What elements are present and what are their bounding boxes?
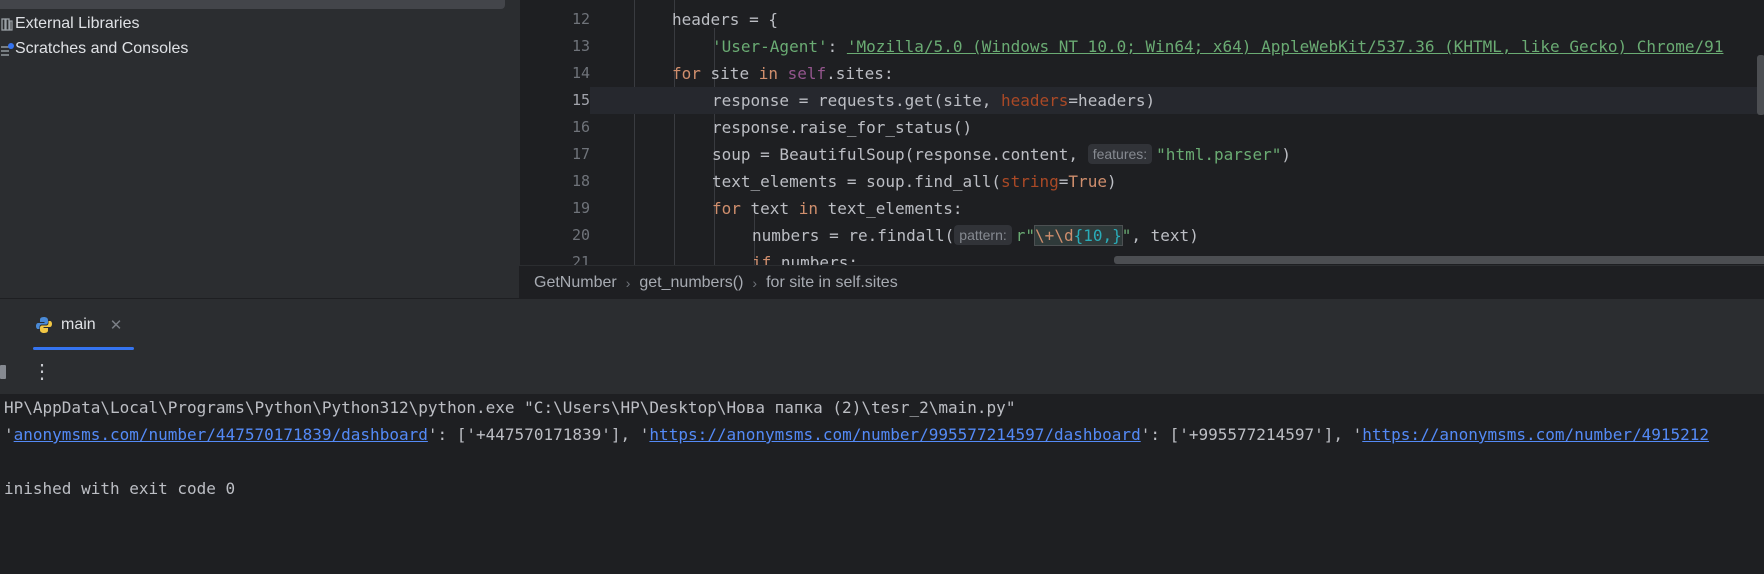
line-number: 20 — [571, 226, 590, 244]
python-icon — [35, 316, 53, 334]
console-link[interactable]: https://anonymsms.com/number/99557721459… — [649, 425, 1140, 444]
console-link[interactable]: https://anonymsms.com/number/4915212 — [1362, 425, 1709, 444]
string-literal: 'User-Agent' — [712, 37, 828, 56]
parameter-hint: features: — [1087, 144, 1153, 164]
horizontal-scrollbar[interactable] — [1114, 256, 1764, 264]
named-param: string — [1000, 172, 1059, 191]
console-exit-line: inished with exit code 0 — [4, 479, 236, 498]
code-line-20[interactable]: numbers = re.findall(pattern: r"\+\d{10,}… — [590, 222, 1764, 249]
code-line-12[interactable]: headers = { — [590, 6, 1764, 33]
run-toolbar: ⋮ — [0, 350, 1764, 395]
code-line-14[interactable]: for site in self.sites: — [590, 60, 1764, 87]
console-text: ': ['+447570171839'], ' — [427, 425, 650, 444]
code-line-16[interactable]: response.raise_for_status() — [590, 114, 1764, 141]
line-number: 14 — [571, 64, 590, 82]
project-tree-panel: External Libraries Scratches and Console… — [0, 0, 519, 298]
chevron-right-icon: › — [752, 274, 758, 291]
regex-quantifier: {10,} — [1073, 226, 1122, 245]
line-number: 17 — [571, 145, 590, 163]
code-area[interactable]: headers = { 'User-Agent': 'Mozilla/5.0 (… — [590, 0, 1764, 265]
line-number: 19 — [571, 199, 590, 217]
tree-item-label: External Libraries — [15, 15, 140, 32]
parameter-hint: pattern: — [954, 225, 1012, 245]
code-line-17[interactable]: soup = BeautifulSoup(response.content, f… — [590, 141, 1764, 168]
console-link[interactable]: anonymsms.com/number/447570171839/dashbo… — [14, 425, 428, 444]
stop-icon[interactable] — [0, 365, 6, 379]
line-number: 18 — [571, 172, 590, 190]
close-icon[interactable]: ✕ — [110, 316, 123, 334]
string-literal: " — [1121, 226, 1132, 245]
breadcrumb-item-loop[interactable]: for site in self.sites — [766, 274, 898, 292]
string-literal: 'Mozilla/5.0 (Windows NT 10.0; Win64; x6… — [846, 37, 1724, 56]
code-text: = — [1058, 172, 1069, 191]
code-text: response.raise_for_status() — [712, 118, 973, 137]
keyword: for — [712, 199, 741, 218]
line-number-gutter: 12 13 14 15 16 17 18 19 20 21 — [520, 0, 590, 265]
keyword: True — [1068, 172, 1107, 191]
console-text: ': ['+995577214597'], ' — [1140, 425, 1363, 444]
keyword: for — [672, 64, 701, 83]
code-text: : — [827, 37, 847, 56]
line-number: 13 — [571, 37, 590, 55]
line-number: 21 — [571, 253, 590, 265]
named-param: headers — [1000, 91, 1069, 110]
run-panel-header: main ✕ — [0, 298, 1764, 351]
code-line-18[interactable]: text_elements = soup.find_all(string=Tru… — [590, 168, 1764, 195]
code-text: ) — [1106, 172, 1117, 191]
code-text: soup = BeautifulSoup(response.content, — [712, 145, 1088, 164]
code-editor[interactable]: 12 13 14 15 16 17 18 19 20 21 headers = … — [519, 0, 1764, 265]
console-command-line: HP\AppData\Local\Programs\Python\Python3… — [4, 398, 1016, 417]
tree-item-scratches-and-consoles[interactable]: Scratches and Consoles — [0, 35, 188, 63]
breadcrumb: GetNumber › get_numbers() › for site in … — [519, 265, 1764, 299]
code-text: text — [740, 199, 799, 218]
code-text: response = requests.get(site, — [712, 91, 1001, 110]
console-output-line: 'anonymsms.com/number/447570171839/dashb… — [4, 421, 1709, 448]
keyword: if — [752, 253, 772, 265]
breadcrumb-item-class[interactable]: GetNumber — [534, 274, 617, 292]
string-literal: "html.parser" — [1156, 145, 1282, 164]
code-line-13[interactable]: 'User-Agent': 'Mozilla/5.0 (Windows NT 1… — [590, 33, 1764, 60]
vertical-scrollbar[interactable] — [1757, 55, 1764, 115]
library-icon — [0, 17, 14, 31]
run-tab-main[interactable]: main ✕ — [35, 299, 122, 351]
code-text: headers = { — [672, 10, 778, 29]
tree-item-label: Scratches and Consoles — [15, 40, 189, 57]
code-line-15-current[interactable]: response = requests.get(site, headers=he… — [590, 87, 1764, 114]
breadcrumb-item-function[interactable]: get_numbers() — [639, 274, 743, 292]
run-console-output[interactable]: HP\AppData\Local\Programs\Python\Python3… — [0, 394, 1764, 574]
code-text: text_elements = soup.find_all( — [712, 172, 1001, 191]
code-text: =headers) — [1068, 91, 1156, 110]
string-literal: r" — [1015, 226, 1036, 245]
line-number: 12 — [571, 10, 590, 28]
selected-tree-row[interactable] — [0, 0, 505, 9]
code-text: numbers = re.findall( — [752, 226, 955, 245]
console-text: ' — [4, 425, 14, 444]
regex-escape: \+\d — [1035, 226, 1074, 245]
chevron-right-icon: › — [625, 274, 631, 291]
line-number-current: 15 — [571, 91, 590, 109]
keyword: in — [798, 199, 818, 218]
tree-item-external-libraries[interactable]: External Libraries — [0, 10, 140, 38]
code-text: text_elements: — [817, 199, 963, 218]
more-options-icon[interactable]: ⋮ — [32, 359, 52, 384]
scratches-icon — [0, 42, 14, 56]
line-number: 16 — [571, 118, 590, 136]
code-text: site — [700, 64, 759, 83]
code-text: numbers: — [771, 253, 858, 265]
keyword: in — [758, 64, 778, 83]
self-keyword: self — [787, 64, 827, 83]
code-text: .sites: — [826, 64, 894, 83]
code-text: ) — [1281, 145, 1292, 164]
run-tab-label: main — [61, 316, 96, 333]
code-text: , text) — [1131, 226, 1199, 245]
code-line-19[interactable]: for text in text_elements: — [590, 195, 1764, 222]
